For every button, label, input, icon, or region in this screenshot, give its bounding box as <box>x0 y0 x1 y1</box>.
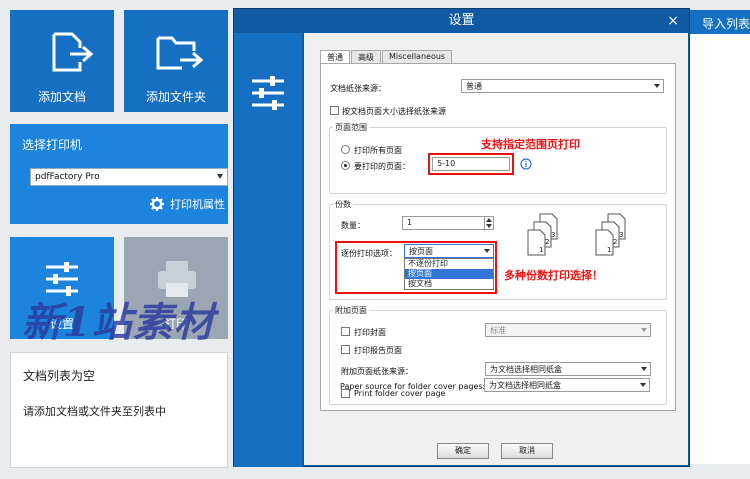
info-icon[interactable] <box>520 158 532 170</box>
printer-panel-title: 选择打印机 <box>22 138 83 152</box>
spin-down-icon[interactable] <box>486 224 492 228</box>
settings-dialog: 设置 × 普通 高级 Miscellaneous 文档纸张来源： 普通 按文档页… <box>233 8 690 467</box>
cover-style-select[interactable]: 标准 <box>485 323 651 337</box>
uncollated-pages-icon: 321 <box>595 213 626 256</box>
copies-annotation: 多种份数打印选择！ <box>504 269 603 282</box>
collate-label: 逐份打印选项： <box>341 249 397 258</box>
copies-count-input[interactable]: 1 <box>402 216 494 231</box>
cancel-button[interactable]: 取消 <box>501 443 553 459</box>
collate-options-list: 不逐份打印 按页面 按文档 <box>404 258 494 290</box>
print-cover-checkbox[interactable] <box>341 327 350 336</box>
chevron-down-icon <box>654 84 660 88</box>
pages-to-print-radio[interactable] <box>341 161 350 170</box>
range-annotation: 支持指定范围页打印 <box>481 138 580 151</box>
add-folder-label: 添加文件夹 <box>145 90 206 104</box>
chevron-down-icon <box>640 383 646 387</box>
folder-paper-select[interactable]: 为文档选择相同纸盒 <box>484 378 650 392</box>
collate-option[interactable]: 按页面 <box>405 269 493 279</box>
extra-paper-select[interactable]: 为文档选择相同纸盒 <box>485 362 651 376</box>
collate-select[interactable]: 按页面 <box>404 244 494 258</box>
svg-text:2: 2 <box>613 238 617 246</box>
folder-paper-value: 为文档选择相同纸盒 <box>489 381 561 390</box>
pages-to-print-label: 要打印的页面： <box>354 162 410 171</box>
tab-advanced[interactable]: 高级 <box>351 50 381 64</box>
cover-style-value: 标准 <box>490 326 506 335</box>
chevron-down-icon <box>641 328 647 332</box>
by-page-size-label: 按文档页面大小选择纸张来源 <box>342 107 446 116</box>
collate-option[interactable]: 按文档 <box>405 279 493 289</box>
import-list-button[interactable]: 导入列表 <box>686 10 750 34</box>
printer-properties-button[interactable]: 打印机属性 <box>150 196 225 212</box>
svg-text:1: 1 <box>607 246 611 254</box>
chevron-down-icon <box>217 174 223 179</box>
chevron-down-icon <box>484 249 490 253</box>
print-report-label: 打印报告页面 <box>354 346 402 355</box>
svg-text:2: 2 <box>545 238 549 246</box>
printer-select[interactable]: pdfFactory Pro <box>30 168 228 186</box>
collate-option[interactable]: 不逐份打印 <box>405 259 493 269</box>
tab-miscellaneous[interactable]: Miscellaneous <box>382 50 453 64</box>
chevron-down-icon <box>641 367 647 371</box>
empty-list-hint: 请添加文档或文件夹至列表中 <box>23 405 166 418</box>
all-pages-label: 打印所有页面 <box>354 146 402 155</box>
svg-text:3: 3 <box>551 231 555 239</box>
printer-panel: 选择打印机 pdfFactory Pro 打印机属性 <box>10 124 228 224</box>
by-page-size-checkbox[interactable] <box>330 106 339 115</box>
print-report-checkbox[interactable] <box>341 345 350 354</box>
ok-button[interactable]: 确定 <box>437 443 489 459</box>
copies-count-label: 数量： <box>341 221 365 230</box>
extra-paper-value: 为文档选择相同纸盒 <box>490 365 562 374</box>
add-folder-tile[interactable]: 添加文件夹 <box>124 10 228 112</box>
file-list-pane <box>686 34 750 464</box>
paper-source-value: 普通 <box>466 82 482 91</box>
all-pages-radio[interactable] <box>341 145 350 154</box>
add-folder-icon <box>156 36 204 70</box>
general-tab-panel: 文档纸张来源： 普通 按文档页面大小选择纸张来源 页面范围 打印所有页面 要打印… <box>320 63 676 411</box>
add-document-tile[interactable]: 添加文档 <box>10 10 114 112</box>
dialog-body: 普通 高级 Miscellaneous 文档纸张来源： 普通 按文档页面大小选择… <box>304 33 688 465</box>
empty-list-title: 文档列表为空 <box>23 369 96 383</box>
extra-paper-label: 附加页面纸张来源： <box>341 367 413 376</box>
gear-icon <box>150 197 164 211</box>
sliders-icon <box>252 76 284 110</box>
folder-paper-label: Paper source for folder cover pages: <box>340 382 486 391</box>
dialog-sidebar <box>234 33 302 467</box>
print-cover-label: 打印封面 <box>354 328 386 337</box>
document-list: 文档列表为空 请添加文档或文件夹至列表中 <box>10 352 228 468</box>
copies-title: 份数 <box>333 199 353 210</box>
paper-source-select[interactable]: 普通 <box>461 79 664 93</box>
printer-select-value: pdfFactory Pro <box>35 172 100 182</box>
extra-pages-title: 附加页面 <box>333 305 369 316</box>
spin-up-icon[interactable] <box>486 218 492 222</box>
copies-count-value: 1 <box>407 218 413 227</box>
page-range-title: 页面范围 <box>333 122 369 133</box>
collate-select-value: 按页面 <box>409 247 433 256</box>
watermark: 新1站素材 <box>22 299 215 346</box>
add-document-icon <box>52 32 94 72</box>
add-document-label: 添加文档 <box>37 90 86 104</box>
paper-source-label: 文档纸张来源： <box>330 84 386 93</box>
svg-text:3: 3 <box>619 231 623 239</box>
collated-pages-icon: 321 <box>527 213 558 256</box>
close-icon[interactable]: × <box>667 13 679 29</box>
dialog-title: 设置 <box>448 13 475 28</box>
printer-properties-label: 打印机属性 <box>170 198 225 211</box>
copies-spinner[interactable] <box>484 217 493 231</box>
svg-text:1: 1 <box>539 246 543 254</box>
page-range-highlight <box>428 153 514 175</box>
